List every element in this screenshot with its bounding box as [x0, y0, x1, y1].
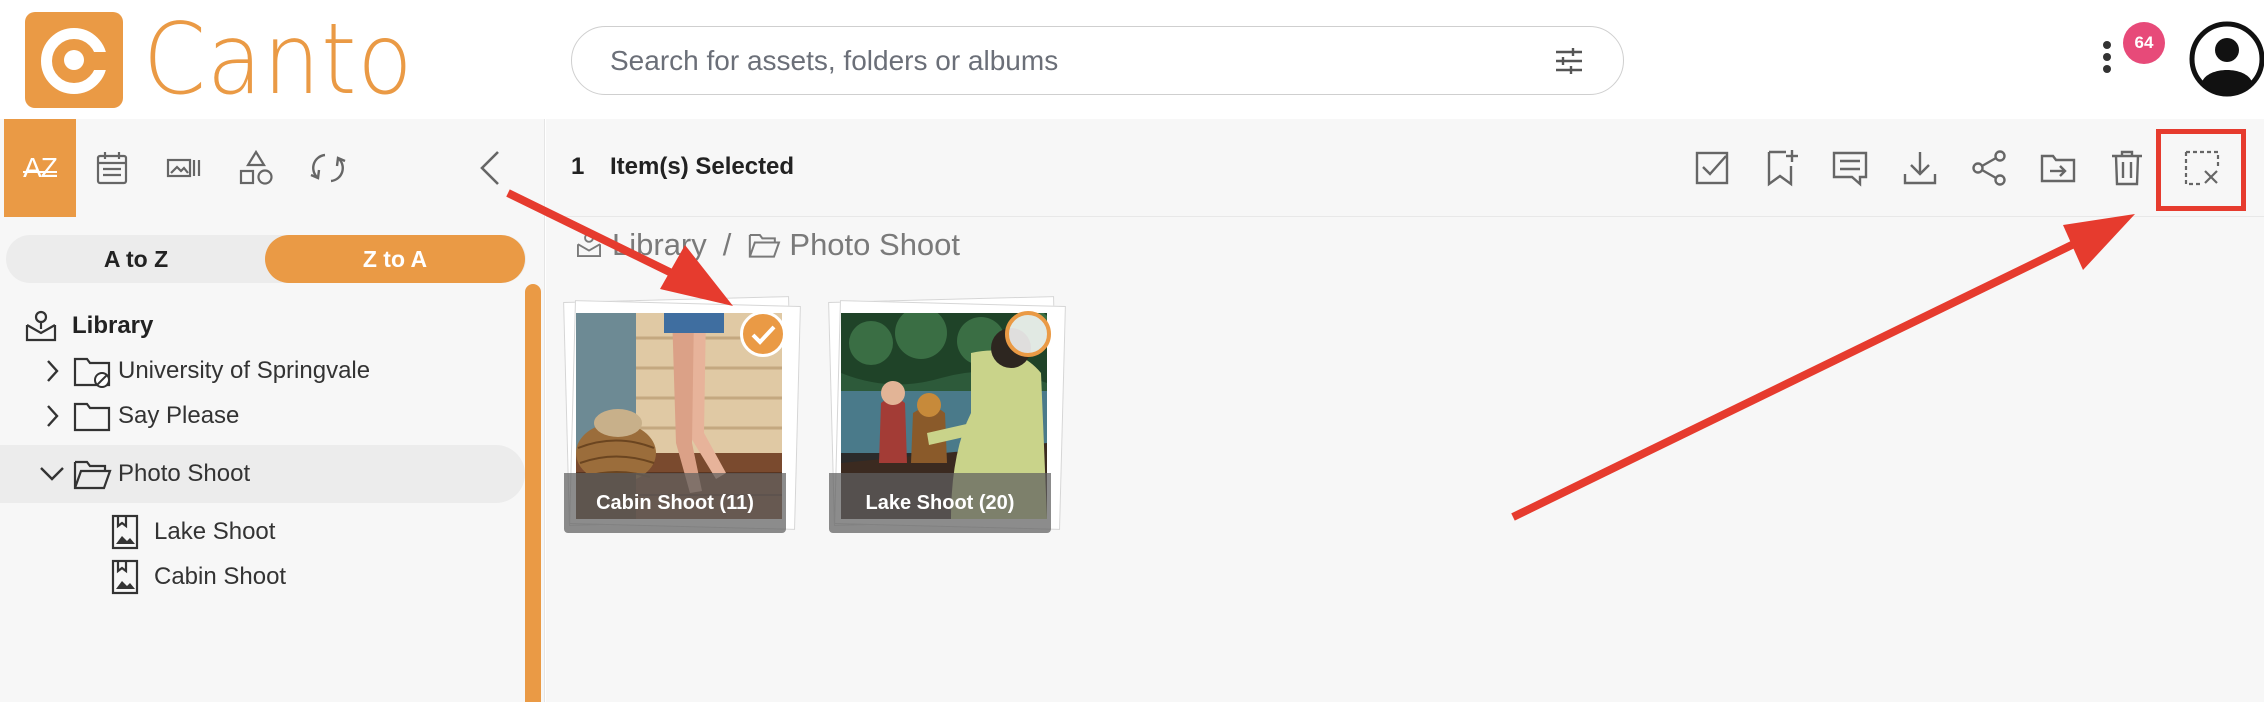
more-menu-icon[interactable] — [2100, 38, 2114, 82]
brand-name: Canto — [143, 3, 414, 117]
main-content: 1 Item(s) Selected Library / Photo Shoot… — [546, 119, 2264, 702]
type-filter-button[interactable] — [220, 119, 292, 217]
tree-item-label: Cabin Shoot — [154, 563, 287, 590]
select-all-icon — [1695, 151, 1729, 185]
unselected-check-icon[interactable] — [1005, 311, 1051, 357]
album-caption: Lake Shoot (20) — [829, 473, 1051, 533]
sort-az-icon: AZ — [23, 152, 58, 183]
tree-item-cabin-shoot[interactable]: Cabin Shoot — [0, 548, 525, 606]
comment-button[interactable] — [1827, 145, 1873, 191]
delete-icon — [2112, 150, 2142, 186]
top-header: Canto Search for assets, folders or albu… — [0, 0, 2264, 119]
filter-sliders-icon[interactable] — [1553, 45, 1585, 77]
collapse-sidebar-button[interactable] — [455, 119, 527, 217]
breadcrumb-separator: / — [722, 227, 732, 262]
breadcrumb-library-link[interactable]: Library — [612, 227, 707, 263]
annotation-highlight-box — [2156, 129, 2246, 211]
chevron-right-icon[interactable] — [42, 357, 62, 385]
move-icon — [2040, 154, 2076, 183]
comment-icon — [1832, 151, 1868, 187]
folder-open-icon — [749, 234, 781, 258]
move-button[interactable] — [2035, 145, 2081, 191]
folder-restricted-icon — [73, 357, 111, 388]
sort-az-button[interactable]: AZ — [4, 119, 76, 217]
tree-item-label: University of Springvale — [118, 357, 371, 384]
search-bar[interactable]: Search for assets, folders or albums — [571, 26, 1624, 95]
calendar-icon — [96, 152, 128, 185]
album-card-cabin-shoot[interactable]: Cabin Shoot (11) — [563, 296, 804, 539]
gallery-view-button[interactable] — [148, 119, 220, 217]
breadcrumb-current: Photo Shoot — [789, 227, 961, 262]
shapes-icon — [239, 149, 273, 185]
selected-check-icon[interactable] — [740, 311, 786, 357]
notification-badge[interactable]: 64 — [2123, 22, 2165, 64]
library-icon — [25, 310, 57, 342]
folder-icon — [73, 402, 111, 432]
album-caption: Cabin Shoot (11) — [564, 473, 786, 533]
album-card-lake-shoot[interactable]: Lake Shoot (20) — [828, 296, 1069, 539]
collapse-chevron-icon — [480, 151, 499, 185]
tree-item-say-please[interactable]: Say Please — [0, 387, 525, 445]
search-input[interactable]: Search for assets, folders or albums — [610, 45, 1058, 77]
selection-action-bar: 1 Item(s) Selected — [546, 119, 2264, 217]
album-icon — [111, 514, 139, 550]
chevron-down-icon[interactable] — [38, 463, 66, 485]
user-avatar-icon[interactable] — [2188, 20, 2264, 98]
gallery-icon — [166, 158, 201, 178]
breadcrumb: Library / Photo Shoot — [574, 227, 960, 263]
sort-order-toggle: A to Z Z to A — [6, 235, 526, 283]
folder-open-icon — [73, 460, 112, 490]
bookmark-add-icon — [1767, 150, 1798, 187]
tree-item-label: Library — [72, 312, 154, 339]
sync-button[interactable] — [292, 119, 364, 217]
selected-count: 1 — [571, 153, 585, 180]
calendar-view-button[interactable] — [76, 119, 148, 217]
sidebar: AZ A to Z Z to A Library University of S… — [0, 119, 545, 702]
sort-z-to-a-button[interactable]: Z to A — [265, 235, 525, 283]
tree-item-label: Lake Shoot — [154, 518, 276, 545]
canto-logo[interactable]: Canto — [25, 3, 437, 117]
chevron-right-icon[interactable] — [42, 402, 62, 430]
canto-logo-mark-icon — [25, 12, 123, 108]
sync-icon — [310, 153, 346, 183]
tree-item-photo-shoot[interactable]: Photo Shoot — [0, 445, 525, 503]
add-to-collection-button[interactable] — [1758, 145, 1804, 191]
sort-a-to-z-button[interactable]: A to Z — [6, 235, 266, 283]
share-button[interactable] — [1966, 145, 2012, 191]
album-icon — [111, 559, 139, 595]
download-icon — [1903, 152, 1937, 185]
selected-label: Item(s) Selected — [610, 153, 795, 180]
sidebar-scrollbar[interactable] — [525, 284, 541, 702]
share-icon — [1972, 150, 2006, 186]
tree-item-label: Say Please — [118, 402, 240, 429]
sidebar-toolbar: AZ — [0, 119, 545, 217]
delete-button[interactable] — [2104, 145, 2150, 191]
download-button[interactable] — [1897, 145, 1943, 191]
select-all-button[interactable] — [1689, 145, 1735, 191]
library-icon — [577, 233, 601, 257]
tree-item-label: Photo Shoot — [118, 460, 251, 487]
